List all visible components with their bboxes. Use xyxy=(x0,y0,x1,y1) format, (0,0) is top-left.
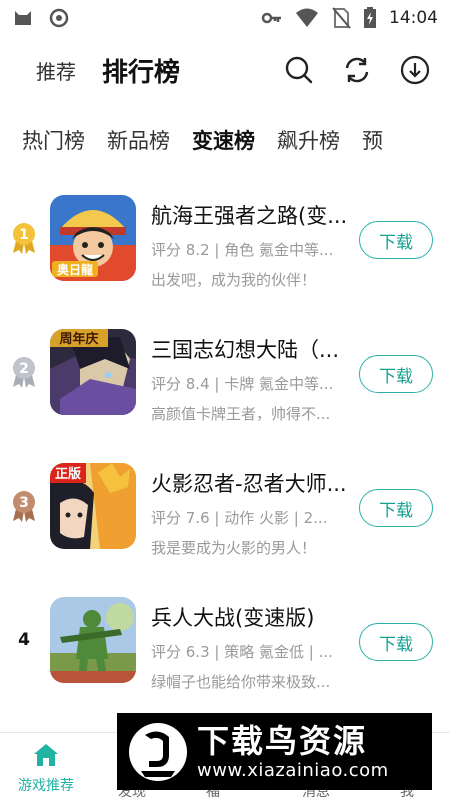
app-desc: 绿帽子也能给你带来极致... xyxy=(151,673,331,691)
app-meta: 评分 7.6 | 动作 火影 | 2... xyxy=(151,509,328,527)
app-meta: 评分 6.3 | 策略 氪金低 | ... xyxy=(151,643,333,661)
gold-medal-icon: 1 xyxy=(13,223,35,254)
subtab-speed[interactable]: 变速榜 xyxy=(192,125,255,155)
app-desc: 高颜值卡牌王者，帅得不... xyxy=(151,405,331,423)
app-meta: 评分 8.4 | 卡牌 氪金中等... xyxy=(151,375,334,393)
app-title: 航海王强者之路(变... xyxy=(151,204,348,228)
silver-medal-icon: 2 xyxy=(13,357,35,388)
app-icon-onepiece[interactable]: 奥日龍 xyxy=(50,195,136,281)
battery-icon xyxy=(364,7,376,28)
download-icon[interactable] xyxy=(400,55,430,85)
status-time: 14:04 xyxy=(389,8,438,28)
top-header: 推荐 排行榜 xyxy=(0,40,450,100)
bronze-medal-icon: 3 xyxy=(13,491,35,522)
download-button[interactable]: 下载 xyxy=(359,355,433,393)
status-bar: 14:04 xyxy=(0,0,450,36)
nav-item-game-recommend[interactable]: 游戏推荐 xyxy=(14,741,78,795)
app-icon-army-men[interactable] xyxy=(50,597,136,683)
app-title: 三国志幻想大陆（... xyxy=(151,338,340,362)
icon-badge: 正版 xyxy=(55,466,81,482)
search-icon[interactable] xyxy=(284,55,314,85)
watermark-url: www.xiazainiao.com xyxy=(197,759,389,781)
app-meta: 评分 8.2 | 角色 氪金中等... xyxy=(151,241,334,259)
rank-number: 4 xyxy=(18,630,30,650)
app-icon-naruto[interactable]: 正版 xyxy=(50,463,136,549)
no-sim-icon xyxy=(332,7,351,29)
app-title: 兵人大战(变速版) xyxy=(151,606,315,630)
download-button[interactable]: 下载 xyxy=(359,623,433,661)
home-icon xyxy=(34,744,58,766)
subtab-hot[interactable]: 热门榜 xyxy=(22,125,85,155)
ranking-subtabs: 热门榜 新品榜 变速榜 飙升榜 预 xyxy=(0,118,450,162)
download-button[interactable]: 下载 xyxy=(359,489,433,527)
subtab-preorder[interactable]: 预 xyxy=(362,125,383,155)
watermark-title: 下载鸟资源 xyxy=(197,721,368,760)
app-desc: 我是要成为火影的男人！ xyxy=(151,539,317,557)
list-item[interactable]: 4 兵人大战(变速版) 评分 6.3 | 策略 氪金低 | ... 绿帽子也能给… xyxy=(0,592,450,726)
tab-recommend[interactable]: 推荐 xyxy=(36,56,76,85)
list-item[interactable]: 3 正版 火影忍者-忍者大师... 评分 7.6 | 动作 火影 | 2... … xyxy=(0,458,450,592)
key-icon xyxy=(261,12,281,24)
app-icon-sanguozhi[interactable]: 周年庆 xyxy=(50,329,136,415)
rank-number: 2 xyxy=(19,361,29,377)
cat-notification-icon xyxy=(15,11,31,25)
rank-medal-gold: 1 xyxy=(10,218,38,258)
app-title: 火影忍者-忍者大师... xyxy=(151,472,347,496)
rank-number-4: 4 xyxy=(10,620,38,660)
rank-number: 3 xyxy=(19,495,29,511)
rank-medal-bronze: 3 xyxy=(10,486,38,526)
icon-badge: 奥日龍 xyxy=(57,262,93,277)
wifi-icon xyxy=(296,8,318,27)
tab-rank[interactable]: 排行榜 xyxy=(102,52,180,89)
rank-number: 1 xyxy=(19,227,29,243)
subtab-new[interactable]: 新品榜 xyxy=(107,125,170,155)
bird-logo-icon xyxy=(129,722,187,781)
subtab-rising[interactable]: 飙升榜 xyxy=(277,125,340,155)
rank-medal-silver: 2 xyxy=(10,352,38,392)
icon-badge: 周年庆 xyxy=(59,331,98,347)
app-list: 1 奥日龍 航海王强者之路(变... 评分 8.2 | 角色 氪金中等... 出… xyxy=(0,190,450,726)
watermark-overlay: 下载鸟资源 www.xiazainiao.com xyxy=(117,713,432,790)
nav-home-label: 游戏推荐 xyxy=(18,778,74,794)
app-desc: 出发吧，成为我的伙伴！ xyxy=(151,271,317,289)
download-button[interactable]: 下载 xyxy=(359,221,433,259)
list-item[interactable]: 2 周年庆 三国志幻想大陆（... 评分 8.4 | 卡牌 氪金中等... 高颜… xyxy=(0,324,450,458)
circle-notification-icon xyxy=(49,8,69,28)
refresh-icon[interactable] xyxy=(342,55,372,85)
list-item[interactable]: 1 奥日龍 航海王强者之路(变... 评分 8.2 | 角色 氪金中等... 出… xyxy=(0,190,450,324)
